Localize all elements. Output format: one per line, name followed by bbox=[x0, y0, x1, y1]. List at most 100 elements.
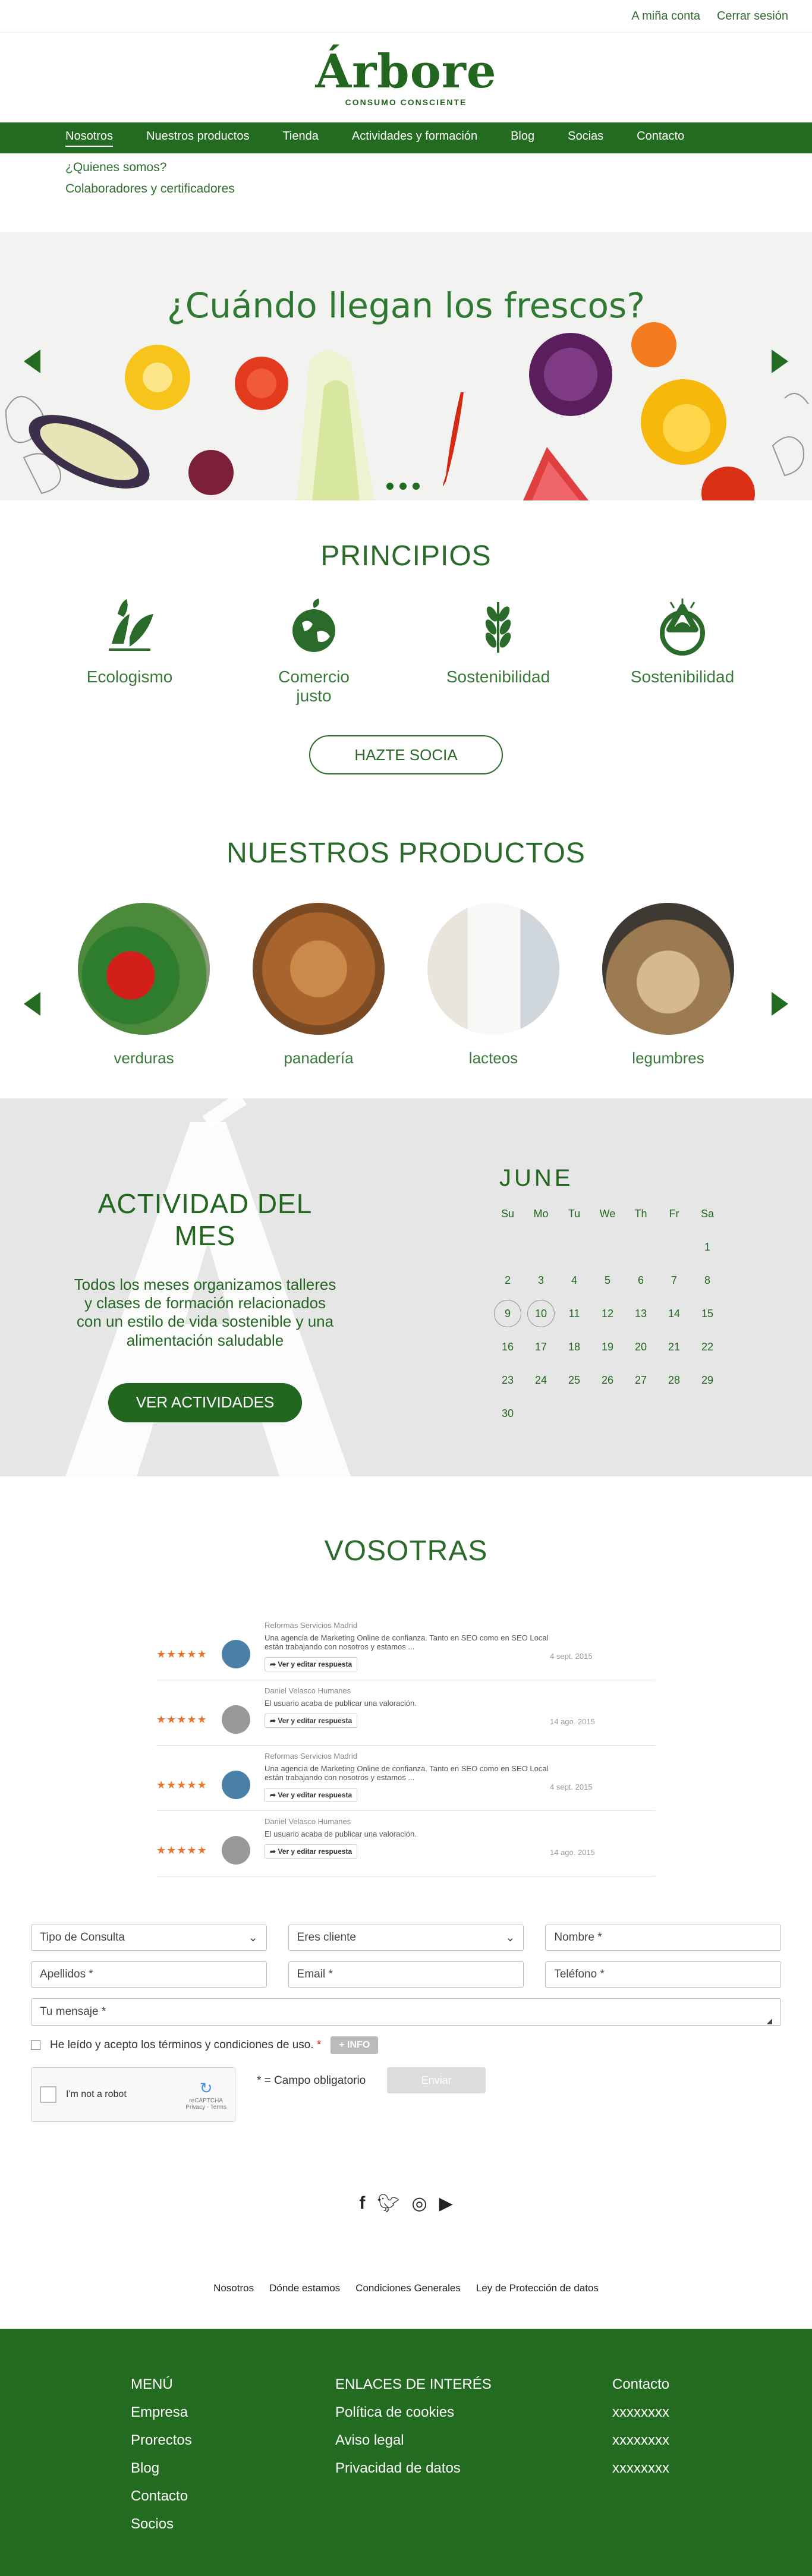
footlink-donde[interactable]: Dónde estamos bbox=[269, 2282, 340, 2329]
calendar-day[interactable]: 28 bbox=[657, 1369, 691, 1391]
calendar-day[interactable]: 23 bbox=[491, 1369, 524, 1391]
review-text: El usuario acaba de publicar una valorac… bbox=[265, 1829, 417, 1838]
hero-dot[interactable] bbox=[386, 483, 394, 490]
calendar-day[interactable]: 20 bbox=[624, 1336, 657, 1358]
hero-dot[interactable] bbox=[399, 483, 407, 490]
footer-link[interactable]: Socios bbox=[131, 2510, 335, 2538]
calendar-day[interactable]: 19 bbox=[591, 1336, 624, 1358]
calendar-day[interactable]: 29 bbox=[691, 1369, 724, 1391]
nombre-field[interactable]: Nombre * bbox=[545, 1925, 782, 1951]
logout-link[interactable]: Cerrar sesión bbox=[717, 10, 788, 23]
footlink-proteccion[interactable]: Ley de Protección de datos bbox=[476, 2282, 599, 2329]
calendar-day[interactable]: 3 bbox=[524, 1269, 558, 1292]
review-text: El usuario acaba de publicar una valorac… bbox=[265, 1699, 417, 1708]
instagram-icon[interactable]: ◎ bbox=[411, 2193, 427, 2214]
calendar-day[interactable]: 30 bbox=[491, 1402, 524, 1425]
footer-link[interactable]: Prorectos bbox=[131, 2426, 335, 2454]
calendar-day[interactable]: 5 bbox=[591, 1269, 624, 1292]
producto-verduras[interactable]: verduras bbox=[77, 903, 210, 1067]
eres-cliente-select[interactable]: Eres cliente ⌄ bbox=[288, 1925, 524, 1951]
footlink-condiciones[interactable]: Condiciones Generales bbox=[355, 2282, 461, 2329]
facebook-icon[interactable]: f bbox=[359, 2193, 365, 2214]
calendar-empty bbox=[524, 1402, 558, 1425]
calendar-day[interactable]: 26 bbox=[591, 1369, 624, 1391]
youtube-icon[interactable]: ▶ bbox=[439, 2193, 453, 2214]
terms-checkbox[interactable] bbox=[31, 2040, 40, 2050]
actividad-section: ACTIVIDAD DEL MES Todos los meses organi… bbox=[0, 1098, 812, 1476]
telefono-field[interactable]: Teléfono * bbox=[545, 1961, 782, 1988]
productos-prev-arrow[interactable] bbox=[24, 992, 40, 1016]
info-button[interactable]: + INFO bbox=[331, 2036, 379, 2054]
review-item: ★★★★★ Reformas Servicios Madrid Una agenci… bbox=[156, 1615, 656, 1680]
calendar-day[interactable]: 12 bbox=[591, 1302, 624, 1325]
calendar-day[interactable]: 4 bbox=[558, 1269, 591, 1292]
footer-link[interactable]: Contacto bbox=[131, 2482, 335, 2510]
calendar-day[interactable]: 16 bbox=[491, 1336, 524, 1358]
apellidos-field[interactable]: Apellidos * bbox=[31, 1961, 267, 1988]
reviewer-name: Reformas Servicios Madrid bbox=[265, 1752, 358, 1761]
footer-link[interactable]: Empresa bbox=[131, 2398, 335, 2426]
calendar-day[interactable]: 13 bbox=[624, 1302, 657, 1325]
footlink-nosotros[interactable]: Nosotros bbox=[213, 2282, 254, 2329]
hero-vegetables-image bbox=[5, 322, 809, 500]
recaptcha-checkbox[interactable] bbox=[40, 2086, 56, 2103]
reviews-list: ★★★★★ Reformas Servicios Madrid Una agenci… bbox=[156, 1615, 656, 1876]
calendar-day[interactable]: 10 bbox=[527, 1300, 555, 1327]
producto-legumbres[interactable]: legumbres bbox=[602, 903, 735, 1067]
calendar-day[interactable]: 1 bbox=[691, 1236, 724, 1258]
producto-panaderia[interactable]: panadería bbox=[252, 903, 385, 1067]
ver-actividades-button[interactable]: VER ACTIVIDADES bbox=[108, 1383, 302, 1422]
calendar-day[interactable]: 25 bbox=[558, 1369, 591, 1391]
nav-tienda[interactable]: Tienda bbox=[282, 130, 318, 147]
calendar-day[interactable]: 14 bbox=[657, 1302, 691, 1325]
nav-socias[interactable]: Socias bbox=[568, 130, 603, 147]
calendar-day[interactable]: 24 bbox=[524, 1369, 558, 1391]
subnav-colaboradores[interactable]: Colaboradores y certificadores bbox=[65, 182, 812, 196]
calendar-day[interactable]: 18 bbox=[558, 1336, 591, 1358]
calendar: JUNE Su Mo Tu We Th Fr Sa 1 2 3 4 5 6 7 8 9 10 11 12 13 14 15… bbox=[491, 1165, 741, 1425]
calendar-day[interactable]: 11 bbox=[558, 1302, 591, 1325]
logo[interactable]: Árbore CONSUMO CONSCIENTE bbox=[0, 32, 812, 122]
calendar-day[interactable]: 7 bbox=[657, 1269, 691, 1292]
calendar-day[interactable]: 2 bbox=[491, 1269, 524, 1292]
nombre-placeholder: Nombre * bbox=[554, 1931, 602, 1944]
twitter-icon[interactable]: 🐦︎ bbox=[377, 2193, 399, 2214]
calendar-day[interactable]: 17 bbox=[524, 1336, 558, 1358]
footer-link[interactable]: Política de cookies bbox=[335, 2398, 612, 2426]
nav-productos[interactable]: Nuestros productos bbox=[146, 130, 249, 147]
subnav-quienes-somos[interactable]: ¿Quienes somos? bbox=[65, 160, 812, 175]
reply-arrow-icon: ➦ bbox=[270, 1791, 278, 1799]
mensaje-textarea[interactable]: Tu mensaje * ◢ bbox=[31, 1998, 781, 2026]
nav-contacto[interactable]: Contacto bbox=[637, 130, 684, 147]
edit-reply-button[interactable]: ➦ Ver y editar respuesta bbox=[265, 1788, 358, 1802]
hero-dot[interactable] bbox=[413, 483, 420, 490]
principio-label: Sostenibilidad bbox=[446, 667, 550, 686]
nav-blog[interactable]: Blog bbox=[511, 130, 534, 147]
tipo-consulta-select[interactable]: Tipo de Consulta ⌄ bbox=[31, 1925, 267, 1951]
send-button[interactable]: Enviar bbox=[387, 2067, 486, 2093]
hero-prev-arrow[interactable] bbox=[24, 349, 40, 373]
nav-nosotros[interactable]: Nosotros bbox=[65, 130, 114, 147]
calendar-empty bbox=[558, 1236, 591, 1258]
footer-link[interactable]: Aviso legal bbox=[335, 2426, 612, 2454]
calendar-day[interactable]: 9 bbox=[494, 1300, 521, 1327]
footer-link[interactable]: Privacidad de datos bbox=[335, 2454, 612, 2482]
calendar-day[interactable]: 6 bbox=[624, 1269, 657, 1292]
calendar-day[interactable]: 15 bbox=[691, 1302, 724, 1325]
edit-reply-button[interactable]: ➦ Ver y editar respuesta bbox=[265, 1844, 358, 1859]
edit-reply-button[interactable]: ➦ Ver y editar respuesta bbox=[265, 1657, 358, 1671]
hazte-socia-button[interactable]: HAZTE SOCIA bbox=[309, 735, 503, 774]
email-field[interactable]: Email * bbox=[288, 1961, 524, 1988]
calendar-day[interactable]: 22 bbox=[691, 1336, 724, 1358]
nav-actividades[interactable]: Actividades y formación bbox=[352, 130, 477, 147]
calendar-day[interactable]: 27 bbox=[624, 1369, 657, 1391]
edit-reply-button[interactable]: ➦ Ver y editar respuesta bbox=[265, 1714, 358, 1728]
review-item: ★★★★★ Daniel Velasco Humanes El usuario ac… bbox=[156, 1811, 656, 1876]
footer-link[interactable]: Blog bbox=[131, 2454, 335, 2482]
my-account-link[interactable]: A miña conta bbox=[631, 10, 700, 23]
calendar-day[interactable]: 21 bbox=[657, 1336, 691, 1358]
productos-next-arrow[interactable] bbox=[772, 992, 788, 1016]
hero-next-arrow[interactable] bbox=[772, 349, 788, 373]
calendar-day[interactable]: 8 bbox=[691, 1269, 724, 1292]
producto-lacteos[interactable]: lacteos bbox=[427, 903, 560, 1067]
